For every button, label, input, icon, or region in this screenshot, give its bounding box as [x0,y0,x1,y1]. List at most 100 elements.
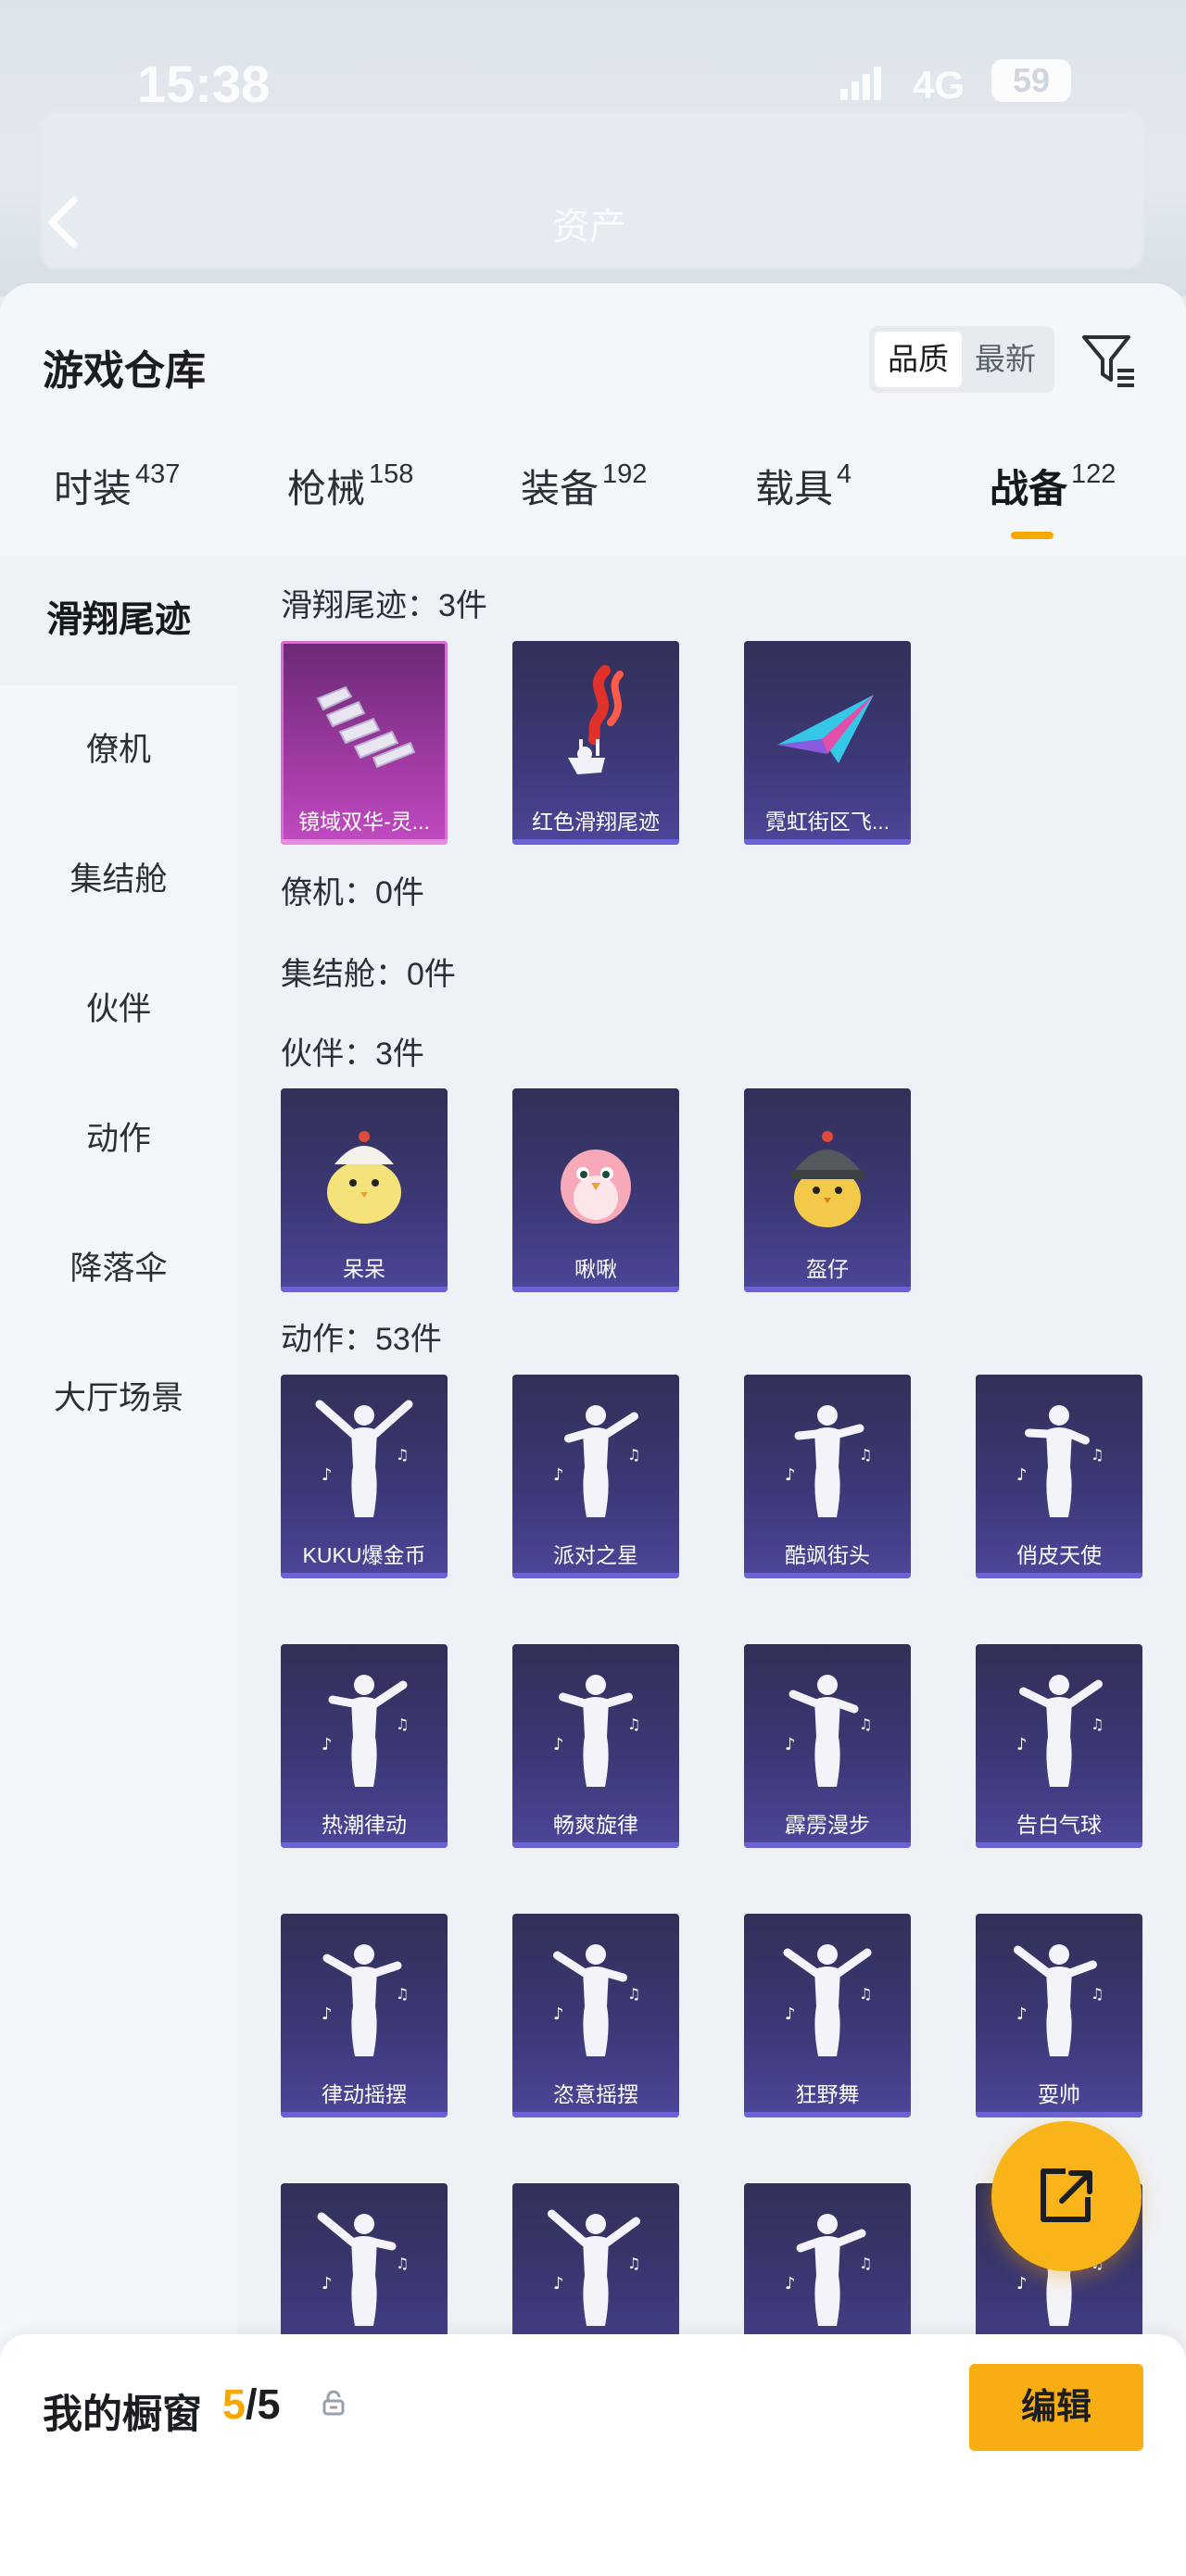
tab-count: 158 [369,459,414,489]
section-title: 僚机：0件 [281,875,424,911]
tab-vehicles[interactable]: 载具 4 [755,458,852,541]
svg-text:♫: ♫ [859,2255,872,2272]
item-card[interactable]: ♪ ♫ 告白气球 [976,1644,1142,1848]
dancer-silhouette-art: ♪♫ [785,1405,872,1517]
item-rarity-bar [744,2112,911,2117]
active-tab-indicator [1011,532,1054,539]
item-card[interactable]: ♪ ♫ 酷飒街头 [744,1375,911,1578]
category-rail: 滑翔尾迹 僚机 集结舱 伙伴 动作 降落伞 大厅场景 [0,556,237,2576]
category-emote[interactable]: 动作 [0,1074,237,1204]
filter-icon[interactable] [1080,332,1138,389]
item-card[interactable]: 啾啾 [512,1088,679,1292]
svg-text:♫: ♫ [396,2255,409,2272]
lock-icon [322,2390,345,2416]
item-card[interactable]: ♪ ♫ KUKU爆金币 [281,1375,448,1578]
tab-equipment[interactable]: 装备 192 [521,458,647,541]
section-title: 动作：53件 [281,1322,442,1357]
dancer-silhouette-art: ♪♫ [785,1675,872,1787]
tab-label: 枪械 [287,467,366,510]
item-rarity-bar [976,2112,1142,2117]
glide-trail-art [316,685,416,769]
tab-count: 122 [1071,459,1117,489]
svg-text:♪: ♪ [1016,1465,1028,1485]
edit-button[interactable]: 编辑 [969,2364,1143,2451]
sort-toggle: 品质 最新 [869,326,1054,393]
item-card[interactable]: ♪ ♫ 律动摇摆 [281,1914,448,2117]
dancer-silhouette-art: ♪♫ [548,2209,640,2326]
tab-count: 437 [135,459,181,489]
tab-label: 战备 [990,467,1068,510]
svg-text:♪: ♪ [785,1735,796,1754]
item-content: 滑翔尾迹：3件 镜域双华-灵... 红色滑翔尾迹 霓虹街区飞... 僚机：0件 … [237,556,1186,2576]
item-card[interactable]: 霓虹街区飞... [744,641,911,845]
item-card[interactable]: 呆呆 [281,1088,448,1292]
item-name: 狂野舞 [795,2082,860,2106]
svg-text:♪: ♪ [1016,1735,1028,1754]
tab-fashion[interactable]: 时装 437 [54,458,180,541]
svg-text:♪: ♪ [785,1465,796,1485]
sort-option-latest[interactable]: 最新 [962,332,1049,387]
pink-bird-companion-art [561,1150,631,1224]
tab-tactical-gear[interactable]: 战备 122 [990,458,1116,541]
item-rarity-bar [512,1287,679,1292]
back-icon[interactable] [41,195,87,250]
item-card[interactable]: ♪ ♫ 派对之星 [512,1375,679,1578]
item-card[interactable]: ♪ ♫ 畅爽旋律 [512,1644,679,1848]
item-name: 呆呆 [343,1257,385,1281]
showcase-count: 5/5 [222,2381,281,2429]
sort-option-quality[interactable]: 品质 [875,332,962,387]
svg-text:♪: ♪ [322,2274,333,2293]
item-card[interactable]: ♪ ♫ 霹雳漫步 [744,1644,911,1848]
svg-text:♪: ♪ [1016,2004,1028,2024]
category-parachute[interactable]: 降落伞 [0,1204,237,1334]
item-card[interactable]: ♪ ♫ 俏皮天使 [976,1375,1142,1578]
item-name: KUKU爆金币 [302,1543,426,1567]
section-title: 集结舱：0件 [281,957,456,992]
dancer-silhouette-art: ♪♫ [553,1405,640,1517]
svg-text:♫: ♫ [627,1985,640,2003]
tab-label: 载具 [755,467,834,510]
svg-text:♪: ♪ [553,2274,564,2293]
dancer-silhouette-art: ♪♫ [785,2214,872,2326]
dancer-silhouette-art: ♪♫ [553,1944,640,2056]
category-companion[interactable]: 伙伴 [0,945,237,1074]
item-card[interactable]: ♪ ♫ 狂野舞 [744,1914,911,2117]
item-rarity-bar [744,1573,911,1578]
item-rarity-bar [281,1287,448,1292]
tab-count: 192 [602,459,648,489]
tab-weapons[interactable]: 枪械 158 [287,458,413,541]
item-card[interactable]: ♪ ♫ 恣意摇摆 [512,1914,679,2117]
showcase-bar: 我的橱窗 5/5 编辑 [0,2334,1186,2576]
dancer-silhouette-art: ♪♫ [317,2212,409,2326]
item-card[interactable]: 红色滑翔尾迹 [512,641,679,845]
category-rally-pod[interactable]: 集结舱 [0,815,237,945]
svg-text:♫: ♫ [859,1446,872,1464]
svg-text:♫: ♫ [627,2255,640,2272]
svg-text:♪: ♪ [322,2004,333,2024]
item-name: 耍帅 [1038,2082,1080,2106]
item-rarity-bar [512,1842,679,1848]
tab-label: 时装 [54,467,132,510]
tab-label: 装备 [521,467,599,510]
dancer-silhouette-art: ♪♫ [1016,1675,1104,1787]
item-name: 热潮律动 [322,1813,407,1837]
item-card[interactable]: 盔仔 [744,1088,911,1292]
item-card[interactable]: 镜域双华-灵... [281,641,448,845]
svg-text:♫: ♫ [627,1715,640,1733]
category-wingman[interactable]: 僚机 [0,685,237,815]
category-lobby-scene[interactable]: 大厅场景 [0,1334,237,1464]
item-name: 盔仔 [806,1257,849,1281]
item-rarity-bar [281,839,448,845]
svg-text:♫: ♫ [396,1985,409,2003]
dancer-silhouette-art: ♪♫ [322,1675,409,1787]
share-button[interactable] [991,2121,1142,2271]
item-rarity-bar [512,2112,679,2117]
item-name: 律动摇摆 [322,2082,407,2106]
item-card[interactable]: ♪ ♫ 耍帅 [976,1914,1142,2117]
svg-text:♫: ♫ [859,1985,872,2003]
dancer-silhouette-art: ♪♫ [315,1400,413,1517]
item-name: 畅爽旋律 [553,1813,638,1837]
svg-text:♫: ♫ [1091,1446,1104,1464]
category-glide-trail[interactable]: 滑翔尾迹 [0,556,237,685]
item-card[interactable]: ♪ ♫ 热潮律动 [281,1644,448,1848]
